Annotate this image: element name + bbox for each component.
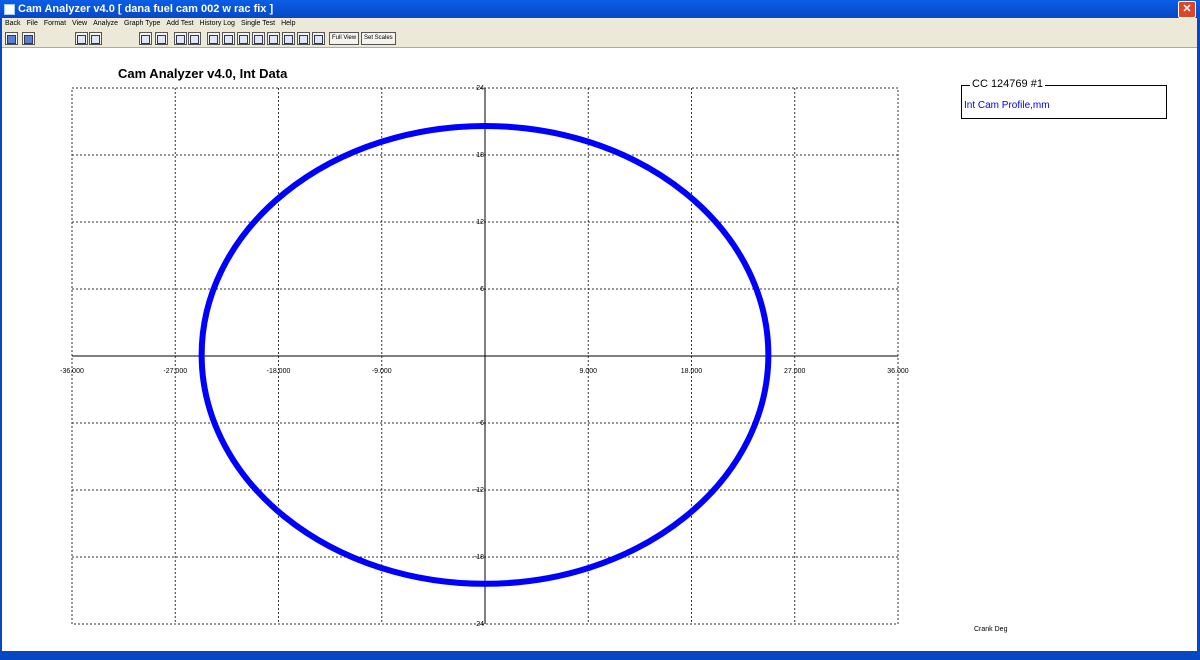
x-tick-label: 18.000: [681, 368, 703, 375]
legend: CC 124769 #1 Int Cam Profile,mm: [961, 78, 1167, 119]
x-tick-label: -9.000: [372, 368, 392, 375]
legend-item: Int Cam Profile,mm: [964, 100, 1050, 111]
y-tick-label: -18: [474, 554, 484, 561]
x-tick-label: -36.000: [60, 368, 84, 375]
y-tick-label: -12: [474, 487, 484, 494]
y-tick-label: -6: [478, 420, 484, 427]
y-tick-label: 18: [476, 152, 484, 159]
y-tick-label: 24: [476, 85, 484, 92]
y-tick-label: -24: [474, 621, 484, 628]
x-tick-label: 9.000: [579, 368, 597, 375]
x-tick-label: 36.000: [887, 368, 909, 375]
y-tick-label: 12: [476, 219, 484, 226]
x-axis-unit-label: Crank Deg: [974, 626, 1008, 633]
x-tick-label: -18.000: [267, 368, 291, 375]
x-tick-label: -27.000: [163, 368, 187, 375]
x-tick-label: 27.000: [784, 368, 806, 375]
legend-title: CC 124769 #1: [970, 78, 1045, 90]
y-tick-label: 6: [480, 286, 484, 293]
